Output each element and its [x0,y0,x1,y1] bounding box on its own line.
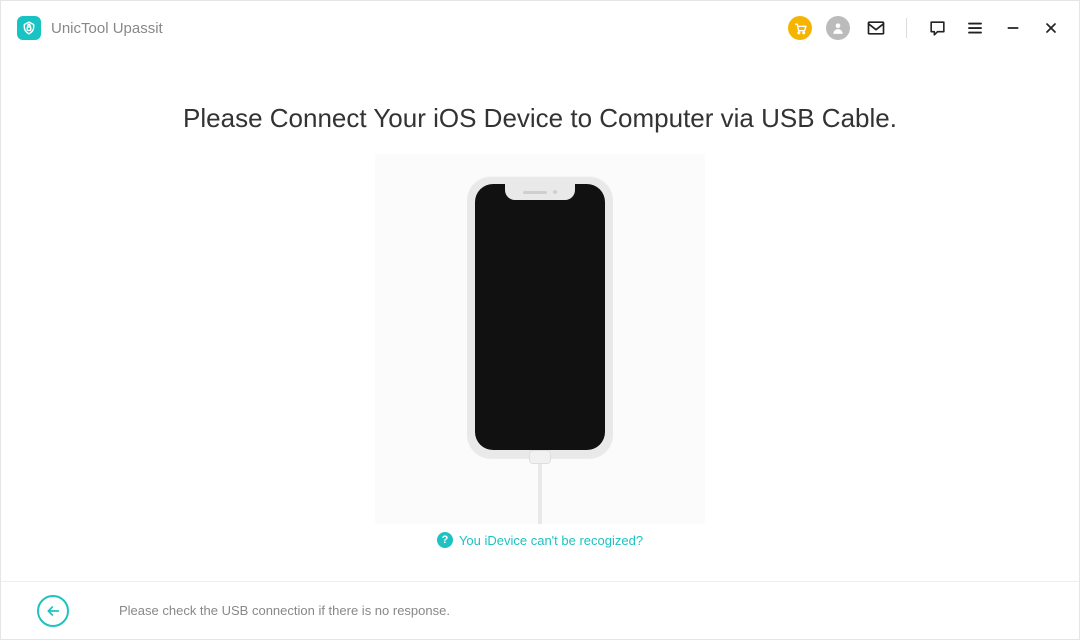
minimize-button[interactable] [1001,16,1025,40]
help-link[interactable]: ? You iDevice can't be recogized? [437,532,643,548]
footer-bar: Please check the USB connection if there… [1,581,1079,639]
help-link-text: You iDevice can't be recogized? [459,533,643,548]
user-avatar-icon[interactable] [826,16,850,40]
separator [906,18,907,38]
title-bar-actions [788,16,1063,40]
feedback-icon[interactable] [925,16,949,40]
title-bar: UnicTool Upassit [1,1,1079,55]
device-illustration [375,154,705,524]
app-title: UnicTool Upassit [51,20,163,37]
main-content: Please Connect Your iOS Device to Comput… [1,55,1079,581]
mail-icon[interactable] [864,16,888,40]
page-headline: Please Connect Your iOS Device to Comput… [183,103,897,134]
usb-cable-graphic [527,450,553,524]
help-icon: ? [437,532,453,548]
app-window: UnicTool Upassit [0,0,1080,640]
app-logo-icon [17,16,41,40]
phone-graphic [467,176,613,458]
brand: UnicTool Upassit [17,16,163,40]
phone-notch [505,184,575,200]
close-button[interactable] [1039,16,1063,40]
phone-screen [475,184,605,450]
back-button[interactable] [37,595,69,627]
cart-icon[interactable] [788,16,812,40]
footer-hint: Please check the USB connection if there… [119,603,450,618]
menu-icon[interactable] [963,16,987,40]
